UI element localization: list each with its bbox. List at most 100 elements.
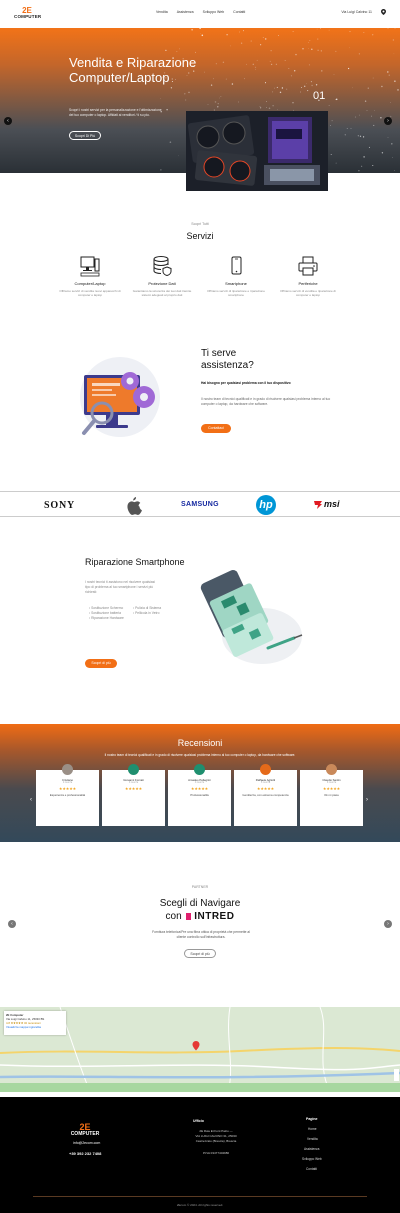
nav-item-sviluppo-web[interactable]: Sviluppo Web — [203, 10, 225, 14]
partner-text: Fornitura telefonica/Pre una fibra ottic… — [152, 930, 250, 939]
footer-pages-title: Pagine — [306, 1117, 318, 1121]
footer-link-contatti[interactable]: Contatti — [306, 1167, 317, 1171]
review-date: 4 mesi fa — [194, 782, 205, 784]
repair-list-right: Pulizia di Sistema Pellicola in Vetro — [133, 606, 173, 616]
brand-sony: SONY — [44, 500, 75, 511]
assist-text: Il nostro team di tecnici qualificati e … — [201, 397, 331, 406]
footer-phone[interactable]: +39 392 232 7408 — [69, 1151, 101, 1156]
intred-logo-icon — [186, 912, 192, 920]
map-enlarge-link[interactable]: Visualizza mappa ingrandita — [6, 1025, 64, 1029]
reviews-title: Recensioni — [177, 738, 223, 748]
slide-number: 01 — [313, 90, 326, 102]
partner-kicker: PARTNER — [191, 885, 209, 889]
logo-text: COMPUTER — [14, 14, 42, 19]
brand-msi: msi — [324, 499, 340, 509]
reviews-prev-arrow[interactable]: ‹ — [30, 797, 32, 803]
service-title: Protezione Dati — [148, 281, 176, 286]
hero-description: Scopri i nostri servizi per la personali… — [69, 108, 162, 117]
database-shield-icon — [153, 256, 172, 277]
repair-title: Riparazione Smartphone — [85, 557, 185, 567]
review-date: 2 mesi fa — [62, 782, 73, 784]
star-rating: ★★★★★ — [58, 786, 77, 791]
hero-prev-arrow[interactable]: ‹ — [4, 117, 12, 125]
partner-title-line2: con INTRED — [0, 910, 400, 923]
repair-list-left: Sostituzione Schermo Sostituzione batter… — [89, 606, 129, 621]
footer-link-assistenza[interactable]: Assistenza — [304, 1147, 319, 1151]
service-computer[interactable]: Computer/Laptop Offriamo servizi di vend… — [57, 255, 123, 297]
footer-office-title: Ufficio — [193, 1119, 204, 1123]
nav-item-vendita[interactable]: Vendita — [156, 10, 168, 14]
partner-prev-arrow[interactable]: ‹ — [8, 920, 16, 928]
nav-item-assistenza[interactable]: Assistenza — [177, 10, 194, 14]
repair-cta-button[interactable]: Scopri di più — [85, 659, 117, 668]
avatar — [62, 764, 73, 775]
smartphone-repair-illustration — [200, 570, 303, 664]
footer-link-home[interactable]: Home — [308, 1127, 317, 1131]
header-address: Via Luigi Calvino 11 — [341, 10, 372, 14]
footer-office-address: 2E Raw Et Font Palco — VIA LUIGI CALVINO… — [176, 1129, 256, 1144]
review-card: Amadeo Pellegrini 4 mesi fa ★★★★★ Profes… — [168, 764, 231, 826]
hero-product-image — [186, 111, 328, 191]
review-card: Raffaele Agliotti 5 mesi fa ★★★★★ Gentil… — [234, 764, 297, 826]
map-place-card: 2E Computer Via Luigi Calvino 11, 25030 … — [4, 1011, 66, 1035]
star-rating: ★★★★★ — [322, 786, 341, 791]
avatar — [194, 764, 205, 775]
partner-title-line1: Scegli di Navigare — [159, 898, 241, 909]
list-item: Riparazione Hardware — [89, 616, 129, 621]
hero-title: Vendita e Riparazione Computer/Laptop — [69, 55, 197, 85]
partner-next-arrow[interactable]: › — [384, 920, 392, 928]
footer-logo[interactable]: 2E COMPUTER — [70, 1122, 100, 1138]
service-smartphone[interactable]: Smartphone Offriamo servizi di riparazio… — [203, 255, 269, 297]
review-date: 5 mesi fa — [260, 782, 271, 784]
services-title: Servizi — [186, 231, 214, 241]
service-protezione-dati[interactable]: Protezione Dati Garantiamo la sicurezza … — [129, 255, 195, 297]
review-text: Ok mi piace — [324, 793, 339, 797]
service-title: Computer/Laptop — [74, 281, 106, 286]
msi-dragon-icon — [314, 500, 322, 509]
reviews-next-arrow[interactable]: › — [366, 797, 368, 803]
service-desc: Garantiamo la sicurezza dei tuoi dati tr… — [132, 289, 192, 297]
computer-icon — [80, 256, 100, 277]
contact-button[interactable]: Contattaci — [201, 424, 231, 433]
footer-link-sviluppo-web[interactable]: Sviluppo Web — [302, 1157, 322, 1161]
google-map[interactable]: 2E Computer Via Luigi Calvino 11, 25030 … — [0, 1007, 400, 1092]
avatar — [128, 764, 139, 775]
review-card: Giovanni Fornati 3 mesi fa ★★★★★ — [102, 764, 165, 826]
partner-cta-button[interactable]: Scopri di più — [184, 949, 216, 958]
service-desc: Offriamo servizi di vendita nuovi appare… — [59, 289, 121, 297]
review-card: Claudio Santin 6 mesi fa ★★★★★ Ok mi pia… — [300, 764, 363, 826]
nav-item-contatti[interactable]: Contatti — [233, 10, 245, 14]
hero-cta-button[interactable]: Scopri Di Più — [69, 131, 101, 140]
assistance-illustration — [80, 357, 160, 437]
footer-copyright: 2Ecom © 2024. All rights reserved. — [176, 1203, 224, 1207]
services-kicker: Scopri Tutti — [191, 222, 209, 226]
reviews-section: Recensioni Il nostro team di tecnici qua… — [0, 724, 400, 842]
footer-logo-mark: 2E — [79, 1122, 91, 1132]
site-header: 2E COMPUTER Vendita Assistenza Sviluppo … — [0, 0, 400, 27]
list-item: Pellicola in Vetro — [133, 611, 173, 616]
site-logo[interactable]: 2E COMPUTER — [14, 6, 42, 21]
brand-samsung: SAMSUNG — [181, 501, 219, 508]
apple-logo-icon — [127, 497, 142, 515]
service-title: Smartphone — [225, 281, 247, 286]
review-date: 3 mesi fa — [128, 782, 139, 784]
brand-hp: hp — [259, 499, 273, 511]
star-rating: ★★★★★ — [124, 786, 143, 791]
hero-next-arrow[interactable]: › — [384, 117, 392, 125]
office-line: Castrezzato (Brescia), Brescia — [195, 1139, 237, 1143]
footer-email[interactable]: info@2ecom.com — [73, 1141, 100, 1145]
partner-title: Scegli di Navigare con INTRED — [0, 897, 400, 923]
review-text: Esperienza e professionalità — [49, 793, 86, 797]
avatar — [260, 764, 271, 775]
review-date: 6 mesi fa — [326, 782, 337, 784]
logo-mark: 2E — [22, 6, 32, 15]
footer-link-vendita[interactable]: Vendita — [307, 1137, 318, 1141]
brand-msi-logo: msi — [314, 499, 340, 509]
service-title: Periferiche — [298, 281, 318, 286]
repair-text: I nostri tecnici ti assistono nel risolv… — [85, 580, 155, 594]
partner-title-prefix: con — [165, 911, 182, 922]
map-pin-icon[interactable] — [381, 9, 386, 15]
review-card: Cristiano 2 mesi fa ★★★★★ Esperienza e p… — [36, 764, 99, 826]
service-periferiche[interactable]: Periferiche Offriamo servizi di vendita … — [275, 255, 341, 297]
reviews-subtitle: Il nostro team di tecnici qualificati e … — [104, 753, 296, 757]
